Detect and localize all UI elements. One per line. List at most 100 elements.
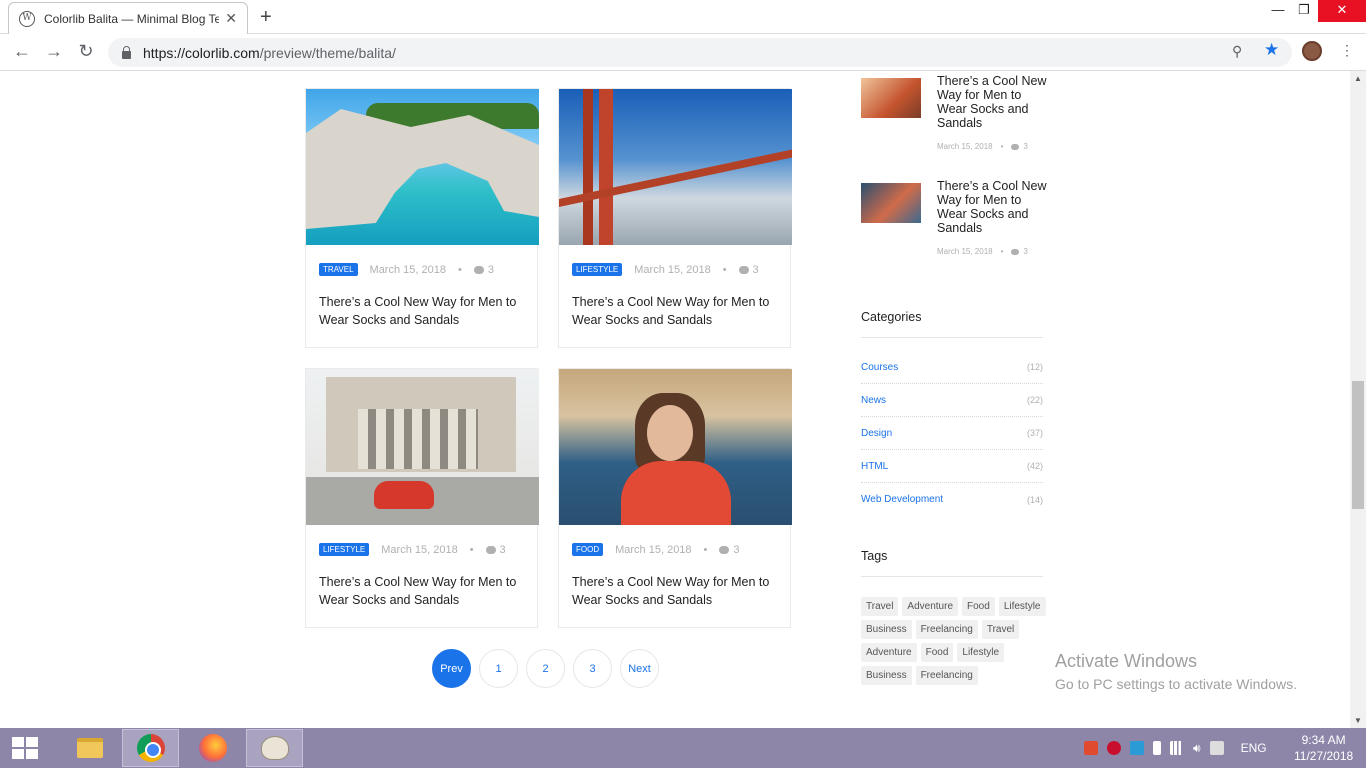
sidebar-post[interactable]: There’s a Cool New Way for Men to Wear S… bbox=[861, 179, 1047, 259]
page-content: TRAVEL March 15, 2018 • 3 There’s a Cool… bbox=[0, 71, 1350, 728]
taskbar-file-explorer[interactable] bbox=[61, 729, 118, 767]
post-card[interactable]: FOOD March 15, 2018 • 3 There’s a Cool N… bbox=[558, 368, 792, 628]
browser-toolbar: ← → ↻ https://colorlib.com/preview/theme… bbox=[0, 34, 1366, 71]
tag[interactable]: Adventure bbox=[902, 597, 959, 616]
language-indicator[interactable]: ENG bbox=[1241, 741, 1267, 755]
post-image[interactable] bbox=[559, 369, 792, 525]
post-meta: LIFESTYLE March 15, 2018 • 3 bbox=[572, 263, 759, 276]
tray-app-icon[interactable] bbox=[1084, 741, 1098, 755]
post-card[interactable]: LIFESTYLE March 15, 2018 • 3 There’s a C… bbox=[305, 368, 539, 628]
tag[interactable]: Adventure bbox=[861, 643, 917, 662]
chrome-icon bbox=[136, 734, 165, 762]
menu-icon[interactable]: ⋮ bbox=[1340, 42, 1354, 59]
category-item[interactable]: HTML (42) bbox=[861, 450, 1043, 483]
category-item[interactable]: News (22) bbox=[861, 384, 1043, 417]
pagination: Prev 1 2 3 Next bbox=[432, 649, 659, 688]
volume-icon[interactable]: 🔊︎ bbox=[1193, 741, 1201, 756]
scroll-down-icon[interactable]: ▼ bbox=[1350, 716, 1366, 725]
page-3-button[interactable]: 3 bbox=[573, 649, 612, 688]
tags-heading: Tags bbox=[861, 549, 888, 563]
post-card[interactable]: TRAVEL March 15, 2018 • 3 There’s a Cool… bbox=[305, 88, 539, 348]
comment-count: 3 bbox=[487, 263, 494, 276]
browser-tab[interactable]: W Colorlib Balita — Minimal Blog Te ✕ bbox=[8, 2, 248, 34]
clock-date: 11/27/2018 bbox=[1294, 749, 1354, 763]
post-title[interactable]: There’s a Cool New Way for Men to Wear S… bbox=[319, 573, 529, 609]
post-title[interactable]: There’s a Cool New Way for Men to Wear S… bbox=[572, 573, 782, 609]
next-page-button[interactable]: Next bbox=[620, 649, 659, 688]
tab-title: Colorlib Balita — Minimal Blog Te bbox=[44, 11, 220, 26]
tab-strip: W Colorlib Balita — Minimal Blog Te ✕ + … bbox=[0, 0, 1366, 34]
tag[interactable]: Food bbox=[962, 597, 995, 616]
profile-avatar[interactable] bbox=[1302, 41, 1322, 61]
category-badge[interactable]: TRAVEL bbox=[319, 263, 358, 276]
battery-icon[interactable] bbox=[1153, 741, 1161, 755]
lock-icon bbox=[122, 45, 131, 59]
tag[interactable]: Lifestyle bbox=[957, 643, 1005, 662]
category-item[interactable]: Design (37) bbox=[861, 417, 1043, 450]
scroll-up-icon[interactable]: ▲ bbox=[1350, 74, 1366, 83]
post-meta: FOOD March 15, 2018 • 3 bbox=[572, 543, 740, 556]
post-image[interactable] bbox=[559, 89, 792, 245]
category-badge[interactable]: LIFESTYLE bbox=[572, 263, 623, 276]
post-image[interactable] bbox=[306, 369, 539, 525]
tag[interactable]: Lifestyle bbox=[998, 597, 1046, 616]
tag[interactable]: Business bbox=[861, 666, 912, 685]
forward-icon[interactable]: → bbox=[43, 41, 65, 62]
post-meta: TRAVEL March 15, 2018 • 3 bbox=[319, 263, 494, 276]
post-image[interactable] bbox=[306, 89, 539, 245]
taskbar-chrome[interactable] bbox=[122, 729, 179, 767]
category-badge[interactable]: FOOD bbox=[572, 543, 604, 556]
post-title[interactable]: There’s a Cool New Way for Men to Wear S… bbox=[319, 293, 529, 329]
tag[interactable]: Travel bbox=[981, 620, 1020, 639]
post-card[interactable]: LIFESTYLE March 15, 2018 • 3 There’s a C… bbox=[558, 88, 792, 348]
signal-icon[interactable] bbox=[1170, 741, 1184, 755]
tag[interactable]: Food bbox=[920, 643, 954, 662]
divider bbox=[861, 576, 1043, 577]
clock[interactable]: 9:34 AM 11/27/2018 bbox=[1294, 732, 1353, 764]
post-title[interactable]: There’s a Cool New Way for Men to Wear S… bbox=[572, 293, 782, 329]
tag-cloud: Travel Adventure Food Lifestyle Business… bbox=[861, 597, 1046, 685]
tab-close-icon[interactable]: ✕ bbox=[225, 10, 237, 27]
tag[interactable]: Travel bbox=[861, 597, 899, 616]
taskbar-firefox[interactable] bbox=[184, 729, 241, 767]
sidebar-post-thumbnail[interactable] bbox=[861, 78, 921, 118]
prev-page-button[interactable]: Prev bbox=[432, 649, 471, 688]
category-item[interactable]: Web Development (14) bbox=[861, 483, 1043, 516]
back-icon[interactable]: ← bbox=[11, 41, 33, 62]
watermark-line2: Go to PC settings to activate Windows. bbox=[1055, 676, 1297, 692]
page-1-button[interactable]: 1 bbox=[479, 649, 518, 688]
reload-icon[interactable]: ↻ bbox=[75, 41, 97, 62]
activate-windows-watermark: Activate Windows Go to PC settings to ac… bbox=[1055, 651, 1297, 692]
bookmark-star-icon[interactable]: ★ bbox=[1264, 40, 1279, 60]
windows-start-icon[interactable] bbox=[12, 737, 38, 759]
post-date: March 15, 2018 bbox=[634, 263, 711, 276]
page-2-button[interactable]: 2 bbox=[526, 649, 565, 688]
tray-app-icon[interactable] bbox=[1130, 741, 1144, 755]
comment-count: 3 bbox=[733, 543, 740, 556]
close-window-button[interactable]: ✕ bbox=[1318, 0, 1366, 22]
zoom-icon[interactable]: ⚲ bbox=[1232, 43, 1242, 60]
sidebar-post[interactable]: There’s a Cool New Way for Men to Wear S… bbox=[861, 74, 1047, 154]
tag[interactable]: Freelancing bbox=[915, 620, 978, 639]
category-item[interactable]: Courses (12) bbox=[861, 351, 1043, 384]
tray-app-icon[interactable] bbox=[1107, 741, 1121, 755]
categories-heading: Categories bbox=[861, 310, 922, 324]
paint-icon bbox=[260, 736, 289, 760]
new-tab-icon[interactable]: + bbox=[260, 6, 272, 29]
category-badge[interactable]: LIFESTYLE bbox=[319, 543, 370, 556]
firefox-icon bbox=[198, 734, 227, 762]
system-tray: 🔊︎ ENG bbox=[1084, 728, 1267, 768]
taskbar-paint[interactable] bbox=[246, 729, 303, 767]
post-date: March 15, 2018 bbox=[615, 543, 692, 556]
sidebar-post-thumbnail[interactable] bbox=[861, 183, 921, 223]
page-scrollbar[interactable]: ▲ ▼ bbox=[1350, 71, 1366, 728]
sidebar-post-title[interactable]: There’s a Cool New Way for Men to Wear S… bbox=[937, 179, 1047, 235]
scrollbar-thumb[interactable] bbox=[1352, 381, 1364, 509]
folder-icon bbox=[76, 738, 103, 758]
sidebar-post-title[interactable]: There’s a Cool New Way for Men to Wear S… bbox=[937, 74, 1047, 130]
tag[interactable]: Business bbox=[861, 620, 912, 639]
comment-icon bbox=[719, 545, 730, 554]
address-bar[interactable]: https://colorlib.com/preview/theme/balit… bbox=[108, 38, 1292, 67]
tag[interactable]: Freelancing bbox=[915, 666, 978, 685]
network-icon[interactable] bbox=[1209, 741, 1224, 755]
